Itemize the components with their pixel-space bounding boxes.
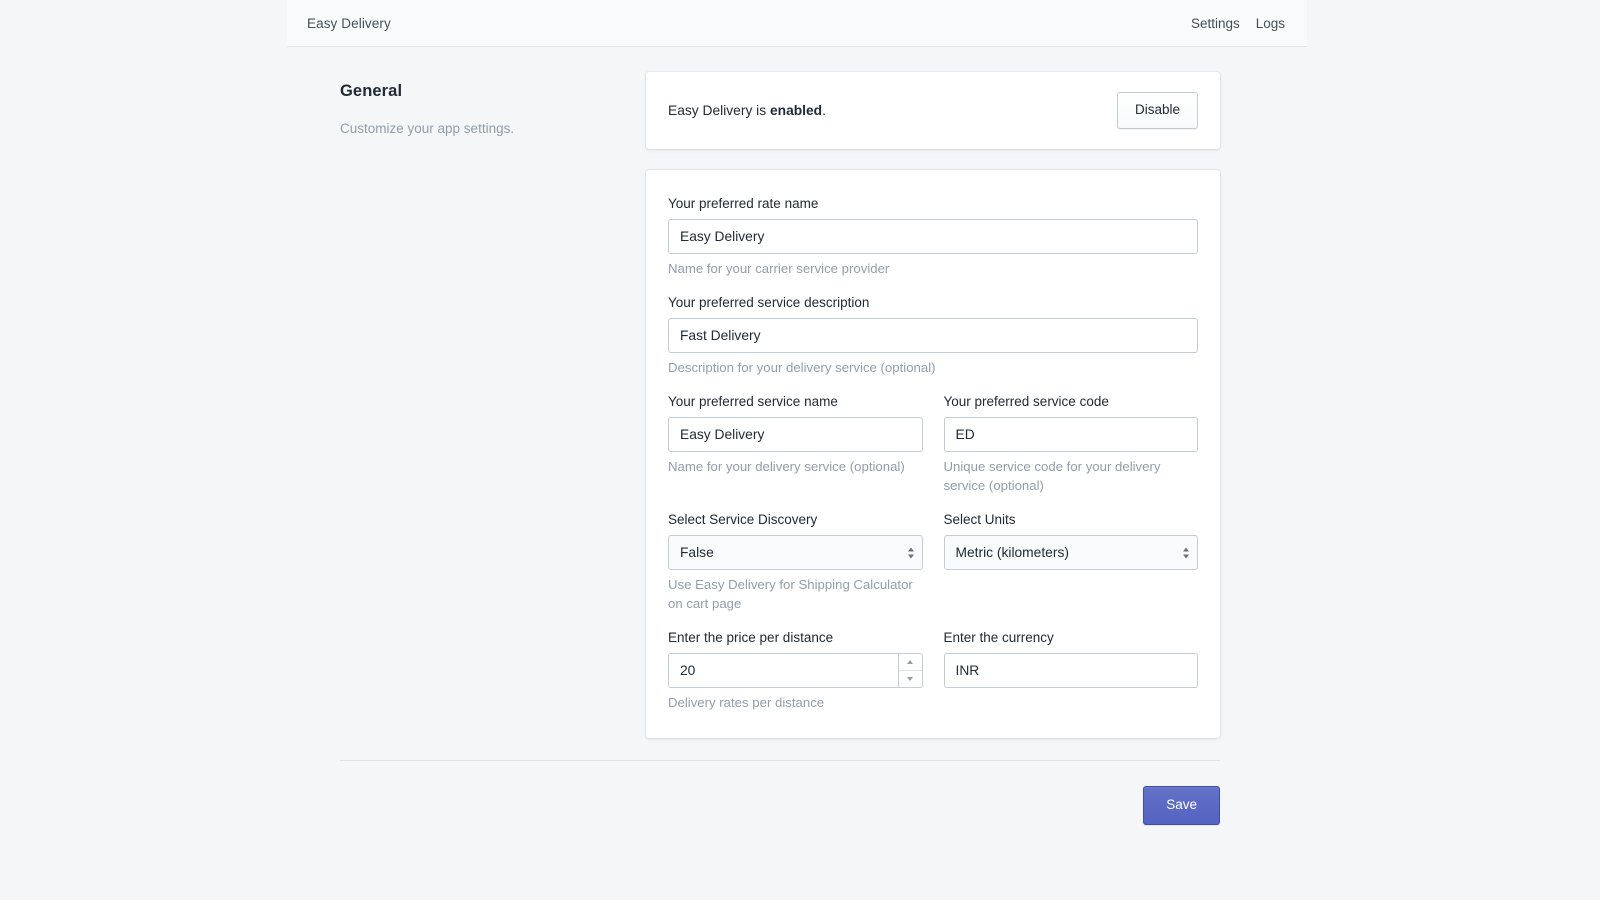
price-per-distance-help: Delivery rates per distance [668,693,923,712]
stepper-increment-button[interactable] [899,654,922,671]
footer-actions: Save [340,761,1220,824]
top-bar: Easy Delivery Settings Logs [287,0,1307,47]
settings-annotation: General Customize your app settings. [340,72,646,139]
field-service-description: Your preferred service description Descr… [668,294,1198,377]
field-service-name: Your preferred service name Name for you… [668,393,923,495]
status-text-prefix: Easy Delivery is [668,103,770,118]
caret-down-icon [907,677,913,681]
field-row-discovery-units: Select Service Discovery FalseTrue Use E… [668,511,1198,613]
disable-button[interactable]: Disable [1117,92,1198,128]
rate-name-input[interactable] [668,219,1198,254]
number-stepper-buttons [898,654,922,687]
service-code-input[interactable] [944,417,1199,452]
service-name-label: Your preferred service name [668,393,923,412]
top-nav: Settings Logs [1191,16,1285,31]
units-label: Select Units [944,511,1199,530]
section-description: Customize your app settings. [340,119,626,139]
stepper-decrement-button[interactable] [899,671,922,688]
service-description-label: Your preferred service description [668,294,1198,313]
field-row-service-name-code: Your preferred service name Name for you… [668,393,1198,495]
field-rate-name: Your preferred rate name Name for your c… [668,195,1198,278]
app-title: Easy Delivery [307,16,391,31]
status-text-suffix: . [822,103,826,118]
nav-item-settings[interactable]: Settings [1191,16,1240,31]
status-badge: enabled [770,103,822,118]
field-service-code: Your preferred service code Unique servi… [944,393,1199,495]
service-code-label: Your preferred service code [944,393,1199,412]
rate-name-label: Your preferred rate name [668,195,1198,214]
units-select-wrap: Metric (kilometers)Imperial (miles) [944,535,1199,570]
price-per-distance-stepper [668,653,923,688]
save-button[interactable]: Save [1143,786,1220,824]
content-area: General Customize your app settings. Eas… [340,72,1220,825]
field-currency: Enter the currency [944,629,1199,712]
service-discovery-select[interactable]: FalseTrue [668,535,923,570]
app-page: Easy Delivery Settings Logs General Cust… [0,0,1600,900]
service-description-input[interactable] [668,318,1198,353]
settings-cards: Easy Delivery is enabled. Disable Your p… [646,72,1220,738]
price-per-distance-label: Enter the price per distance [668,629,923,648]
service-discovery-label: Select Service Discovery [668,511,923,530]
field-units: Select Units Metric (kilometers)Imperial… [944,511,1199,613]
currency-label: Enter the currency [944,629,1199,648]
currency-input[interactable] [944,653,1199,688]
section-title: General [340,82,626,101]
units-select[interactable]: Metric (kilometers)Imperial (miles) [944,535,1199,570]
service-description-help: Description for your delivery service (o… [668,358,1198,377]
service-code-help: Unique service code for your delivery se… [944,457,1199,495]
nav-item-logs[interactable]: Logs [1256,16,1285,31]
field-row-price-currency: Enter the price per distance Delivery ra… [668,629,1198,712]
service-name-help: Name for your delivery service (optional… [668,457,923,476]
settings-form-card: Your preferred rate name Name for your c… [646,170,1220,738]
field-service-discovery: Select Service Discovery FalseTrue Use E… [668,511,923,613]
settings-layout: General Customize your app settings. Eas… [340,72,1220,738]
caret-up-icon [907,660,913,664]
app-status-text: Easy Delivery is enabled. [668,103,826,118]
service-discovery-select-wrap: FalseTrue [668,535,923,570]
service-name-input[interactable] [668,417,923,452]
app-status-card: Easy Delivery is enabled. Disable [646,72,1220,149]
field-price-per-distance: Enter the price per distance Delivery ra… [668,629,923,712]
service-discovery-help: Use Easy Delivery for Shipping Calculato… [668,575,923,613]
rate-name-help: Name for your carrier service provider [668,259,1198,278]
price-per-distance-input[interactable] [669,654,898,687]
